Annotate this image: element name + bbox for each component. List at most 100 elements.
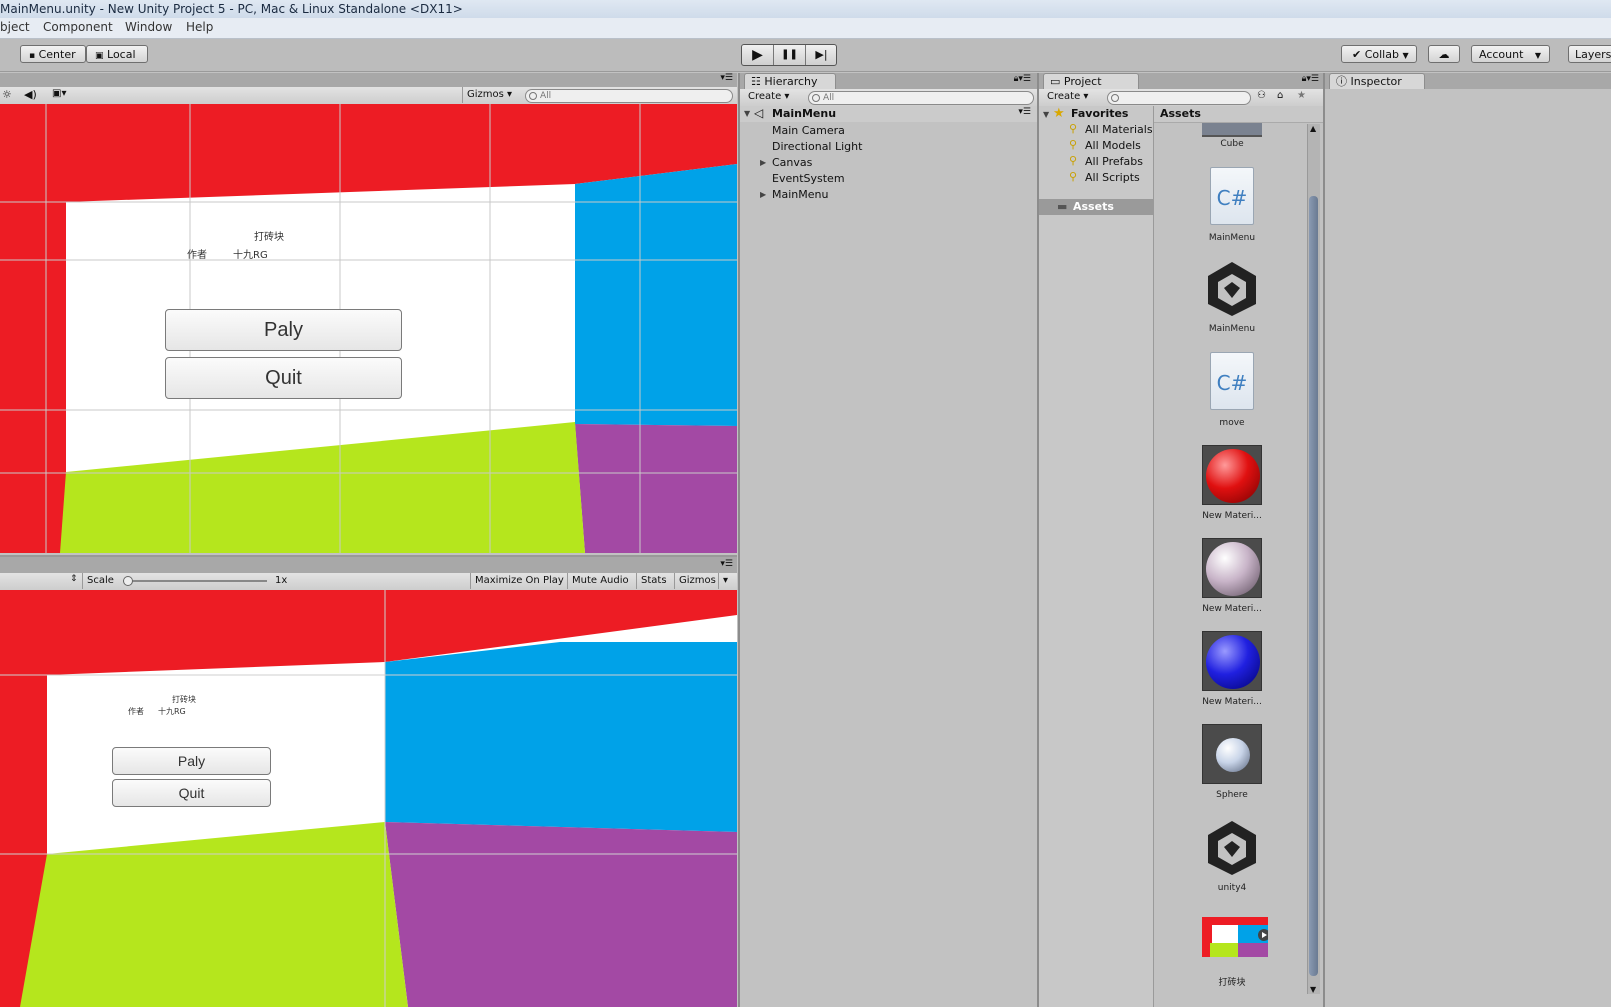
hierarchy-item-directional-light[interactable]: Directional Light: [772, 140, 862, 153]
scene-viewport[interactable]: 打砖块 作者 十九RG Paly Quit: [0, 104, 737, 553]
hierarchy-item-canvas[interactable]: Canvas: [772, 156, 812, 169]
expand-triangle-icon[interactable]: ▼: [1043, 110, 1049, 119]
filter-label-icon[interactable]: ⌂: [1277, 90, 1283, 101]
hierarchy-tab-label: Hierarchy: [764, 75, 818, 88]
space-label: Local: [107, 48, 136, 61]
game-play-button[interactable]: Paly: [112, 747, 271, 775]
hierarchy-create-dropdown[interactable]: Create ▾: [744, 89, 793, 105]
scene-menu-icon[interactable]: ▾☰: [1018, 107, 1031, 117]
image-effects-icon[interactable]: ▣▾: [52, 88, 66, 99]
game-gizmos-dropdown[interactable]: ▾: [718, 573, 732, 589]
tab-project[interactable]: ▭ Project: [1043, 73, 1139, 89]
game-backdrop: [0, 590, 737, 1007]
asset-sphere[interactable]: Sphere: [1188, 724, 1278, 806]
stats-toggle[interactable]: Stats: [636, 573, 671, 589]
menu-help[interactable]: Help: [186, 20, 213, 34]
mute-audio-toggle[interactable]: Mute Audio: [567, 573, 633, 589]
account-dropdown[interactable]: Account ▼: [1471, 45, 1550, 63]
space-local-button[interactable]: ▣ Local: [86, 45, 148, 63]
favorite-all-materials[interactable]: All Materials: [1085, 123, 1153, 136]
expand-triangle-icon[interactable]: ▼: [744, 109, 750, 118]
scene-gizmos-dropdown[interactable]: Gizmos ▾: [462, 87, 525, 103]
star-icon[interactable]: ★: [1297, 90, 1306, 101]
tab-inspector[interactable]: ⓘ Inspector: [1329, 73, 1425, 89]
step-button[interactable]: ▶|: [806, 45, 837, 65]
cube-thumbnail: [1202, 123, 1262, 137]
asset-unity4-scene[interactable]: unity4: [1188, 817, 1278, 899]
layers-dropdown[interactable]: Layers: [1568, 45, 1611, 63]
display-dropdown[interactable]: ⇕: [70, 574, 78, 584]
hierarchy-item-main-camera[interactable]: Main Camera: [772, 124, 845, 137]
hierarchy-item-mainmenu[interactable]: MainMenu: [772, 188, 828, 201]
panel-menu-icon[interactable]: ▾☰: [720, 559, 733, 569]
scene-play-button[interactable]: Paly: [165, 309, 402, 351]
collab-button[interactable]: ✔ Collab ▼: [1341, 45, 1417, 63]
menu-component[interactable]: Component: [43, 20, 113, 34]
assets-header-label: Assets: [1160, 107, 1201, 120]
scene-quit-button[interactable]: Quit: [165, 357, 402, 399]
expand-triangle-icon[interactable]: ▶: [760, 190, 766, 199]
material-thumbnail: [1202, 631, 1262, 691]
project-toolbar: Create ▾ ⚇ ⌂ ★: [1039, 89, 1323, 107]
favorites-label[interactable]: Favorites: [1071, 107, 1128, 120]
lock-icon[interactable]: 🔒︎▾☰: [1302, 74, 1319, 84]
favorite-all-scripts[interactable]: All Scripts: [1085, 171, 1140, 184]
inspector-tab-label: Inspector: [1350, 75, 1402, 88]
scene-search-input[interactable]: All: [525, 89, 733, 103]
cloud-icon: ☁: [1438, 48, 1450, 61]
game-quit-button[interactable]: Quit: [112, 779, 271, 807]
project-search-input[interactable]: [1107, 91, 1251, 105]
tab-hierarchy[interactable]: ☷ Hierarchy: [744, 73, 836, 89]
pause-button[interactable]: ❚❚: [774, 45, 806, 65]
scene-play-label: Paly: [264, 319, 303, 341]
hierarchy-scene-row[interactable]: ▼ ◁ MainMenu ▾☰: [740, 106, 1037, 122]
scene-control-bar: ☼ ◀) ▣▾ Gizmos ▾ All: [0, 87, 737, 105]
favorite-all-models[interactable]: All Models: [1085, 139, 1141, 152]
mesh-thumbnail: [1202, 724, 1262, 784]
scale-slider-thumb[interactable]: [123, 576, 133, 586]
scale-slider[interactable]: [123, 576, 267, 586]
scroll-up-icon[interactable]: ▲: [1310, 124, 1316, 133]
scene-canvas-title: 打砖块: [254, 232, 284, 243]
panel-menu-icon[interactable]: ▾☰: [720, 73, 733, 83]
game-gizmos-toggle[interactable]: Gizmos: [674, 573, 720, 589]
asset-cube[interactable]: Cube: [1188, 123, 1278, 153]
sphere-mesh: [1216, 738, 1250, 772]
asset-material-lilac[interactable]: New Materi...: [1188, 538, 1278, 620]
sun-icon[interactable]: ☼: [2, 88, 12, 101]
hierarchy-search-input[interactable]: All: [808, 91, 1034, 105]
backdrop-purple: [385, 822, 737, 1007]
favorite-all-prefabs[interactable]: All Prefabs: [1085, 155, 1143, 168]
game-viewport[interactable]: 打砖块 作者 十九RG Paly Quit: [0, 590, 737, 1007]
asset-label: Sphere: [1216, 790, 1248, 800]
audio-icon[interactable]: ◀): [24, 88, 37, 101]
scene-quit-label: Quit: [265, 367, 302, 389]
scrollbar-thumb[interactable]: [1309, 196, 1318, 976]
project-tree: ▼ ★ Favorites ⚲ All Materials ⚲ All Mode…: [1039, 106, 1154, 1007]
asset-mainmenu-script[interactable]: C# MainMenu: [1188, 167, 1278, 249]
asset-scrollbar[interactable]: ▲ ▼: [1307, 124, 1320, 994]
lock-icon[interactable]: 🔒︎▾☰: [1014, 74, 1031, 84]
pivot-center-button[interactable]: ▪ Center: [20, 45, 86, 63]
menu-gameobject[interactable]: bject: [0, 20, 30, 34]
filter-type-icon[interactable]: ⚇: [1257, 90, 1266, 101]
maximize-on-play-toggle[interactable]: Maximize On Play: [470, 573, 568, 589]
expand-triangle-icon[interactable]: ▶: [760, 158, 766, 167]
lilac-sphere: [1206, 542, 1260, 596]
gizmos-label: Gizmos: [467, 89, 504, 100]
hierarchy-item-eventsystem[interactable]: EventSystem: [772, 172, 845, 185]
asset-material-blue[interactable]: New Materi...: [1188, 631, 1278, 713]
create-label: Create: [1047, 91, 1081, 102]
scroll-down-icon[interactable]: ▼: [1310, 985, 1316, 994]
project-create-dropdown[interactable]: Create ▾: [1043, 89, 1092, 105]
asset-move-script[interactable]: C# move: [1188, 352, 1278, 434]
assets-folder-row[interactable]: ▬ Assets: [1039, 199, 1153, 215]
assets-breadcrumb: Assets: [1154, 106, 1323, 123]
asset-material-red[interactable]: New Materi...: [1188, 445, 1278, 527]
asset-dazhuankuai-image[interactable]: 打砖块: [1188, 917, 1278, 992]
cloud-button[interactable]: ☁: [1428, 45, 1460, 63]
play-button[interactable]: ▶: [742, 45, 774, 65]
scale-control: Scale 1x: [82, 573, 306, 589]
menu-window[interactable]: Window: [125, 20, 172, 34]
asset-mainmenu-scene[interactable]: MainMenu: [1188, 258, 1278, 340]
